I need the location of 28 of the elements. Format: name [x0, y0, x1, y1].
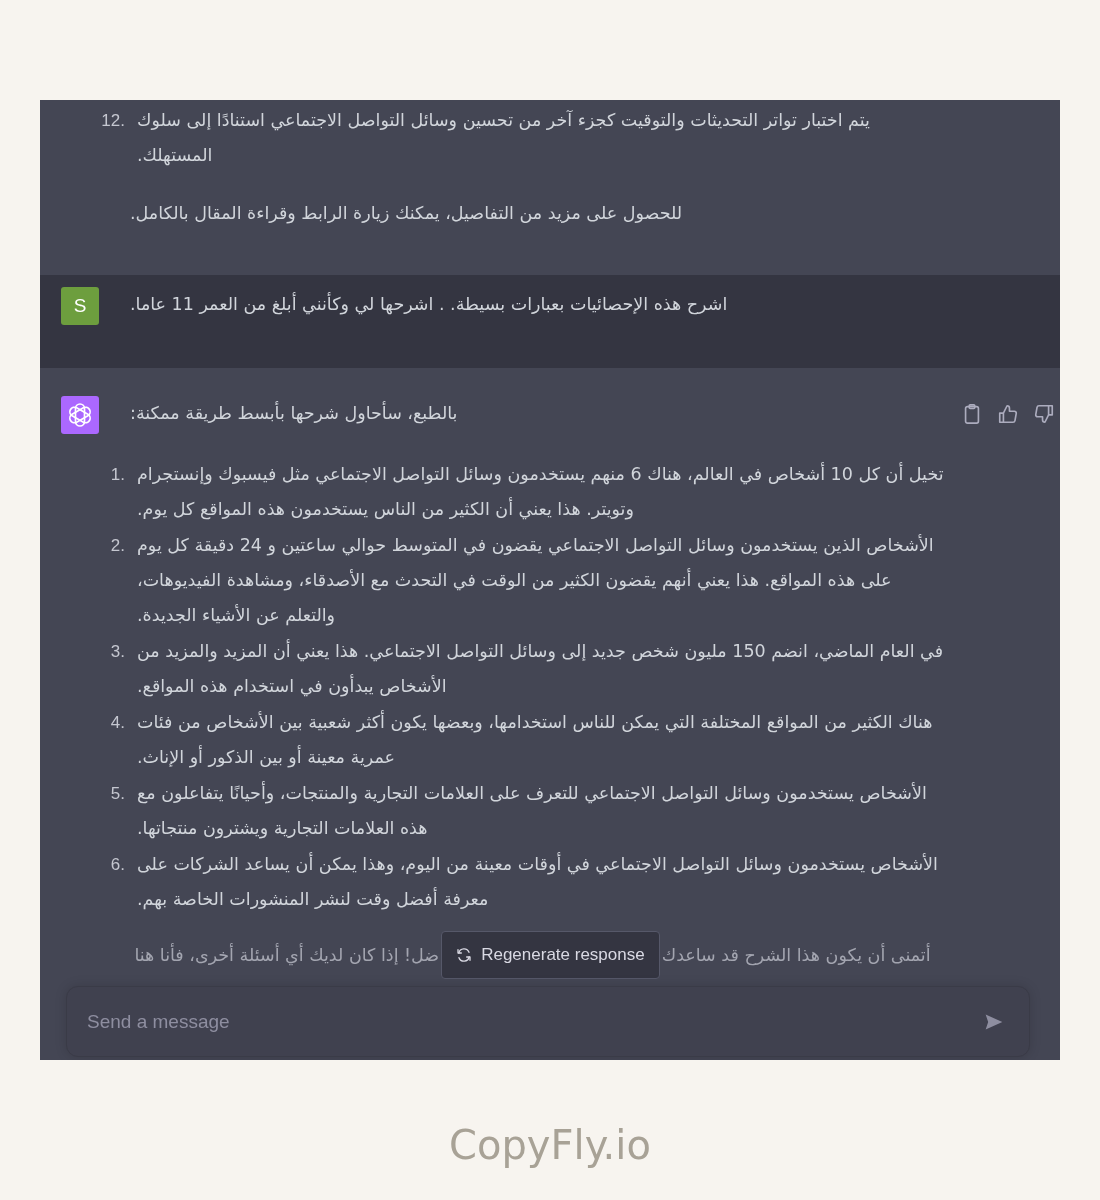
list-item-text: يتم اختبار تواتر التحديثات والتوقيت كجزء آخر من تحسين وسائل التواصل الاجتماعي استنادًا إلى سلوك المستهلك. — [137, 109, 871, 168]
list-item-text: الأشخاص الذين يستخدمون وسائل التواصل الاجتماعي يقضون في المتوسط حوالي ساعتين و 24 دقيقة كل يوم على هذه المواقع. هذا يعني أنهم يقضون الكثير من الوقت في التحدث مع الأصدقاء، ومشاهدة الفيديوهات، والتعلم عن الأشياء الجديدة. — [137, 533, 935, 628]
thumbs-down-icon[interactable] — [1033, 403, 1055, 425]
message-text: للحصول على مزيد من التفاصيل، يمكنك زيارة الرابط وقراءة المقال بالكامل. — [130, 202, 683, 226]
list-number: 5. — [109, 783, 125, 805]
user-avatar: S — [61, 287, 99, 325]
list-number: 2. — [109, 535, 125, 557]
brand-caption: CopyFly.io — [449, 1121, 651, 1170]
list-item-text: في العام الماضي، انضم 150 مليون شخص جديد إلى وسائل التواصل الاجتماعي. هذا يعني أن المزيد والمزيد من الأشخاص يبدأون في استخدام هذه المواقع. — [137, 638, 945, 699]
thumbs-up-icon[interactable] — [997, 403, 1019, 425]
list-item-text: الأشخاص يستخدمون وسائل التواصل الاجتماعي في أوقات معينة من اليوم، وهذا يمكن أن يساعد الشركات على معرفة أفضل وقت لنشر المنشورات الخاصة بهم. — [137, 851, 939, 912]
regenerate-button[interactable]: Regenerate response — [441, 931, 660, 979]
list-number: 4. — [109, 712, 125, 734]
message-input-field[interactable]: Send a message — [66, 986, 1030, 1057]
message-text: أتمنى أن يكون هذا الشرح قد ساعدك — [661, 942, 931, 968]
assistant-avatar-icon — [61, 396, 99, 434]
list-item-text: الأشخاص يستخدمون وسائل التواصل الاجتماعي للتعرف على العلامات التجارية والمنتجات، وأحيانًا يتفاعلون مع هذه العلامات التجارية ويشترون منتجاتها. — [137, 780, 928, 841]
list-item-text: هناك الكثير من المواقع المختلفة التي يمكن للناس استخدامها، وبعضها يكون أكثر شعبية بين الأشخاص من فئات عمرية معينة أو بين الذكور أو الإناث. — [137, 709, 934, 770]
message-text: بالطبع، سأحاول شرحها بأبسط طريقة ممكنة: — [130, 400, 458, 426]
list-number: 12. — [100, 110, 125, 132]
list-number: 1. — [109, 464, 125, 486]
list-number: 3. — [109, 641, 125, 663]
send-icon[interactable] — [984, 1012, 1004, 1032]
refresh-icon — [456, 947, 473, 963]
list-item-text: تخيل أن كل 10 أشخاص في العالم، هناك 6 منهم يستخدمون وسائل التواصل الاجتماعي مثل فيسبوك وإنستجرام وتويتر. هذا يعني أن الكثير من الناس يستخدمون هذه المواقع كل يوم. — [137, 461, 945, 522]
message-text: اشرح هذه الإحصائيات بعبارات بسيطة. . اشرحها لي وكأنني أبلغ من العمر 11 عاما. — [130, 291, 728, 317]
message-text: ضل! إذا كان لديك أي أسئلة أخرى، فأنا هنا — [134, 942, 440, 968]
list-number: 6. — [109, 854, 125, 876]
